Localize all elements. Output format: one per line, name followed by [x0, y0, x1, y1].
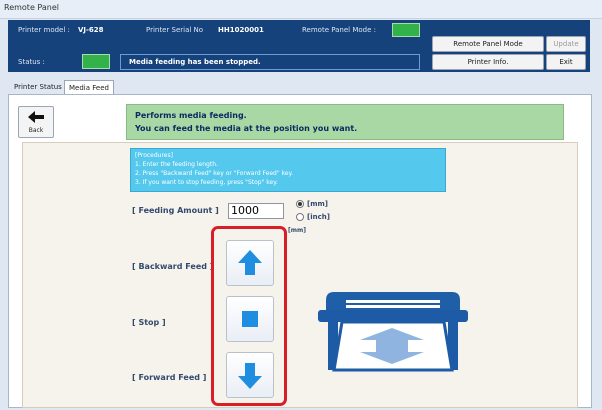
procedure-step-2: 2. Press "Backward Feed" key or "Forward…: [135, 170, 294, 177]
instruction-banner: Performs media feeding. You can feed the…: [126, 104, 564, 140]
back-button[interactable]: Back: [18, 106, 54, 138]
serial-label: Printer Serial No: [146, 26, 204, 34]
mode-indicator: [392, 23, 420, 37]
procedures-box: [Procedures] 1. Enter the feeding length…: [130, 148, 446, 192]
remote-panel-mode-button[interactable]: Remote Panel Mode: [432, 36, 544, 52]
status-message: Media feeding has been stopped.: [129, 58, 261, 66]
unit-mm-label: [mm]: [307, 200, 328, 208]
unit-mm-radio[interactable]: [mm]: [296, 200, 328, 208]
tab-printer-status[interactable]: Printer Status: [10, 80, 66, 94]
unit-mm-small-label: [mm]: [288, 227, 306, 234]
highlight-frame: [211, 226, 287, 406]
tab-media-feed[interactable]: Media Feed: [64, 80, 114, 95]
status-indicator: [82, 54, 110, 69]
serial-value: HH1020001: [218, 26, 264, 34]
procedure-step-3: 3. If you want to stop feeding, press "S…: [135, 179, 278, 186]
window-title: Remote Panel: [4, 3, 59, 12]
back-button-label: Back: [28, 127, 44, 134]
printer-model-label: Printer model :: [18, 26, 70, 34]
printer-model-value: VJ-628: [78, 26, 104, 34]
exit-button[interactable]: Exit: [546, 54, 586, 70]
printer-info-button[interactable]: Printer Info.: [432, 54, 544, 70]
printer-media-feed-icon: [318, 292, 468, 372]
status-message-box: Media feeding has been stopped.: [120, 54, 420, 70]
radio-unselected-icon: [296, 213, 304, 221]
update-button[interactable]: Update: [546, 36, 586, 52]
unit-inch-label: [inch]: [307, 213, 330, 221]
back-arrow-icon: [28, 111, 44, 123]
procedures-title: [Procedures]: [135, 152, 173, 159]
feeding-amount-label: [ Feeding Amount ]: [132, 206, 219, 215]
banner-line-2: You can feed the media at the position y…: [135, 124, 358, 133]
tab-bar: Printer Status Media Feed: [8, 78, 590, 95]
feeding-amount-input[interactable]: 1000: [228, 203, 284, 219]
backward-feed-label: [ Backward Feed ]: [132, 262, 214, 271]
procedure-step-1: 1. Enter the feeding length.: [135, 161, 218, 168]
status-label: Status :: [18, 58, 45, 66]
unit-inch-radio[interactable]: [inch]: [296, 213, 330, 221]
forward-feed-label: [ Forward Feed ]: [132, 373, 207, 382]
radio-selected-icon: [296, 200, 304, 208]
stop-label: [ Stop ]: [132, 318, 166, 327]
mode-label: Remote Panel Mode :: [302, 26, 376, 34]
banner-line-1: Performs media feeding.: [135, 111, 247, 120]
window-titlebar: Remote Panel: [0, 0, 602, 19]
